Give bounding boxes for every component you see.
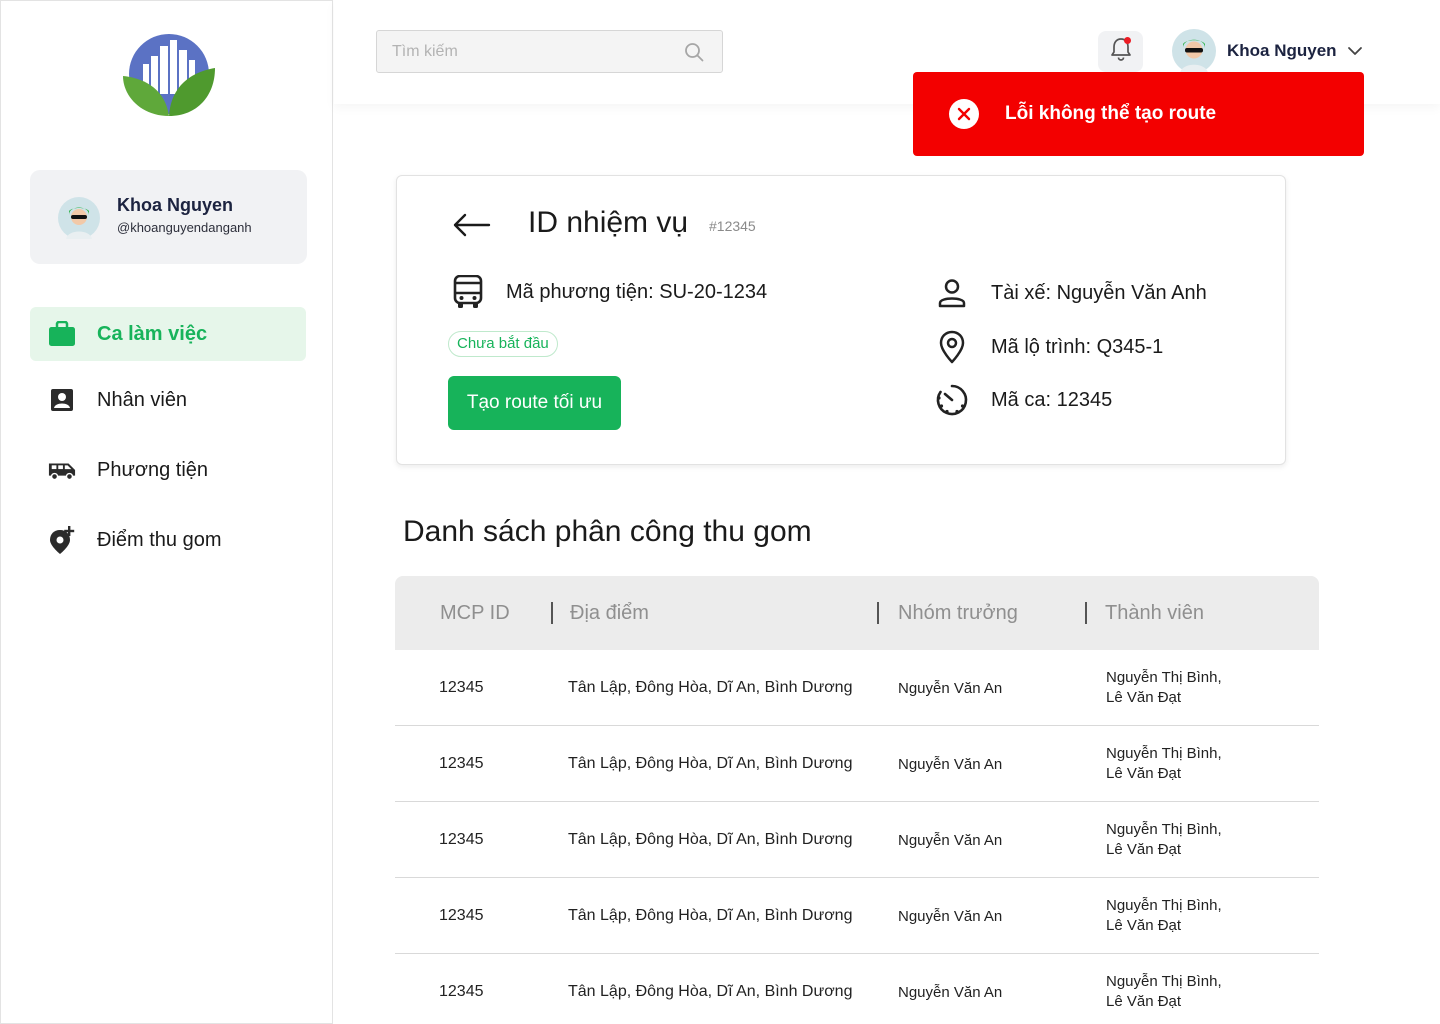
table-row[interactable]: 12345 Tân Lập, Đông Hòa, Dĩ An, Bình Dươ… xyxy=(395,878,1319,954)
table-header: MCP ID Địa điểm Nhóm trưởng Thành viên xyxy=(395,576,1319,650)
task-title: ID nhiệm vụ xyxy=(528,206,689,239)
sidebar-item-label: Điểm thu gom xyxy=(97,528,222,551)
van-icon xyxy=(48,456,76,484)
cell-leader: Nguyễn Văn An xyxy=(898,907,1003,925)
location-pin-icon xyxy=(934,329,970,365)
column-header-location[interactable]: Địa điểm xyxy=(570,576,649,650)
profile-handle: @khoanguyendanganh xyxy=(117,220,252,235)
cell-location: Tân Lập, Đông Hòa, Dĩ An, Bình Dương xyxy=(568,755,853,772)
status-badge: Chưa bắt đầu xyxy=(448,331,558,357)
cell-leader: Nguyễn Văn An xyxy=(898,831,1003,849)
route-info: Mã lộ trình: Q345-1 xyxy=(934,329,1163,365)
cell-mcp-id: 12345 xyxy=(439,831,484,848)
cell-mcp-id: 12345 xyxy=(439,983,484,1000)
create-route-button[interactable]: Tạo route tối ưu xyxy=(448,376,621,430)
member-line: Lê Văn Đạt xyxy=(1106,993,1182,1010)
column-divider xyxy=(551,602,553,624)
add-location-icon xyxy=(48,526,76,554)
vehicle-info: Mã phương tiện: SU-20-1234 xyxy=(450,274,767,310)
cell-members: Nguyễn Thị Bình, Lê Văn Đạt xyxy=(1106,744,1222,784)
user-name: Khoa Nguyen xyxy=(1227,41,1337,60)
shift-code: Mã ca: 12345 xyxy=(991,388,1113,411)
sidebar-profile-card[interactable]: Khoa Nguyen @khoanguyendanganh xyxy=(30,170,307,264)
notification-button[interactable] xyxy=(1098,31,1143,72)
sidebar-item-collection-points[interactable]: Điểm thu gom xyxy=(30,513,306,567)
app-logo[interactable] xyxy=(121,34,217,118)
member-line: Nguyễn Thị Bình, xyxy=(1106,669,1222,686)
error-icon[interactable] xyxy=(949,99,979,129)
cell-location: Tân Lập, Đông Hòa, Dĩ An, Bình Dương xyxy=(568,983,853,1000)
timer-icon xyxy=(934,382,970,418)
cell-leader: Nguyễn Văn An xyxy=(898,983,1003,1001)
toast-message: Lỗi không thể tạo route xyxy=(1005,103,1217,124)
cell-mcp-id: 12345 xyxy=(439,907,484,924)
table-row[interactable]: 12345 Tân Lập, Đông Hòa, Dĩ An, Bình Dươ… xyxy=(395,954,1319,1024)
sidebar-item-employees[interactable]: Nhân viên xyxy=(30,373,306,427)
cell-location: Tân Lập, Đông Hòa, Dĩ An, Bình Dương xyxy=(568,907,853,924)
shift-info: Mã ca: 12345 xyxy=(934,382,1112,418)
task-card: ID nhiệm vụ #12345 Mã phương tiện: SU-20… xyxy=(396,175,1286,465)
cell-members: Nguyễn Thị Bình, Lê Văn Đạt xyxy=(1106,820,1222,860)
briefcase-icon xyxy=(48,320,76,348)
table-row[interactable]: 12345 Tân Lập, Đông Hòa, Dĩ An, Bình Dươ… xyxy=(395,650,1319,726)
member-line: Lê Văn Đạt xyxy=(1106,689,1182,706)
search-box xyxy=(376,30,723,73)
member-line: Lê Văn Đạt xyxy=(1106,917,1182,934)
cell-location: Tân Lập, Đông Hòa, Dĩ An, Bình Dương xyxy=(568,679,853,696)
column-header-leader[interactable]: Nhóm trưởng xyxy=(898,576,1018,650)
search-icon[interactable] xyxy=(684,42,704,62)
column-header-members[interactable]: Thành viên xyxy=(1105,576,1204,650)
driver-info: Tài xế: Nguyễn Văn Anh xyxy=(934,275,1207,311)
cell-leader: Nguyễn Văn An xyxy=(898,679,1003,697)
member-line: Nguyễn Thị Bình, xyxy=(1106,973,1222,990)
sidebar-item-vehicles[interactable]: Phương tiện xyxy=(30,443,306,497)
back-arrow-icon[interactable] xyxy=(451,210,491,240)
table-row[interactable]: 12345 Tân Lập, Đông Hòa, Dĩ An, Bình Dươ… xyxy=(395,726,1319,802)
column-header-mcp-id[interactable]: MCP ID xyxy=(440,576,510,650)
column-divider xyxy=(1085,602,1087,624)
driver-name: Tài xế: Nguyễn Văn Anh xyxy=(991,281,1207,304)
table-row[interactable]: 12345 Tân Lập, Đông Hòa, Dĩ An, Bình Dươ… xyxy=(395,802,1319,878)
search-input[interactable] xyxy=(377,31,677,72)
sidebar-item-shifts[interactable]: Ca làm việc xyxy=(30,307,306,361)
cell-mcp-id: 12345 xyxy=(439,679,484,696)
cell-members: Nguyễn Thị Bình, Lê Văn Đạt xyxy=(1106,896,1222,936)
task-id: #12345 xyxy=(709,218,756,234)
cell-members: Nguyễn Thị Bình, Lê Văn Đạt xyxy=(1106,972,1222,1012)
sidebar-item-label: Phương tiện xyxy=(97,458,209,481)
sidebar-item-label: Nhân viên xyxy=(97,388,188,411)
vehicle-code: Mã phương tiện: SU-20-1234 xyxy=(506,280,768,303)
profile-name: Khoa Nguyen xyxy=(117,195,234,215)
route-code: Mã lộ trình: Q345-1 xyxy=(991,335,1164,358)
person-icon xyxy=(934,275,970,311)
member-line: Lê Văn Đạt xyxy=(1106,765,1182,782)
avatar xyxy=(1172,29,1216,73)
member-line: Nguyễn Thị Bình, xyxy=(1106,745,1222,762)
chevron-down-icon[interactable] xyxy=(1347,43,1363,59)
app-root: Khoa Nguyen @khoanguyendanganh Ca làm vi… xyxy=(0,0,1440,1024)
sidebar: Khoa Nguyen @khoanguyendanganh Ca làm vi… xyxy=(0,0,333,1024)
section-title: Danh sách phân công thu gom xyxy=(403,515,812,548)
member-line: Lê Văn Đạt xyxy=(1106,841,1182,858)
cell-members: Nguyễn Thị Bình, Lê Văn Đạt xyxy=(1106,668,1222,708)
member-line: Nguyễn Thị Bình, xyxy=(1106,821,1222,838)
assignments-table: MCP ID Địa điểm Nhóm trưởng Thành viên 1… xyxy=(395,576,1319,1024)
error-toast: Lỗi không thể tạo route xyxy=(913,72,1364,156)
contact-card-icon xyxy=(48,386,76,414)
user-menu[interactable]: Khoa Nguyen xyxy=(1172,29,1363,73)
bus-icon xyxy=(450,274,486,310)
avatar xyxy=(58,197,100,239)
cell-mcp-id: 12345 xyxy=(439,755,484,772)
sidebar-item-label: Ca làm việc xyxy=(97,322,208,345)
column-divider xyxy=(877,602,879,624)
cell-location: Tân Lập, Đông Hòa, Dĩ An, Bình Dương xyxy=(568,831,853,848)
bell-icon xyxy=(1109,36,1133,67)
member-line: Nguyễn Thị Bình, xyxy=(1106,897,1222,914)
cell-leader: Nguyễn Văn An xyxy=(898,755,1003,773)
